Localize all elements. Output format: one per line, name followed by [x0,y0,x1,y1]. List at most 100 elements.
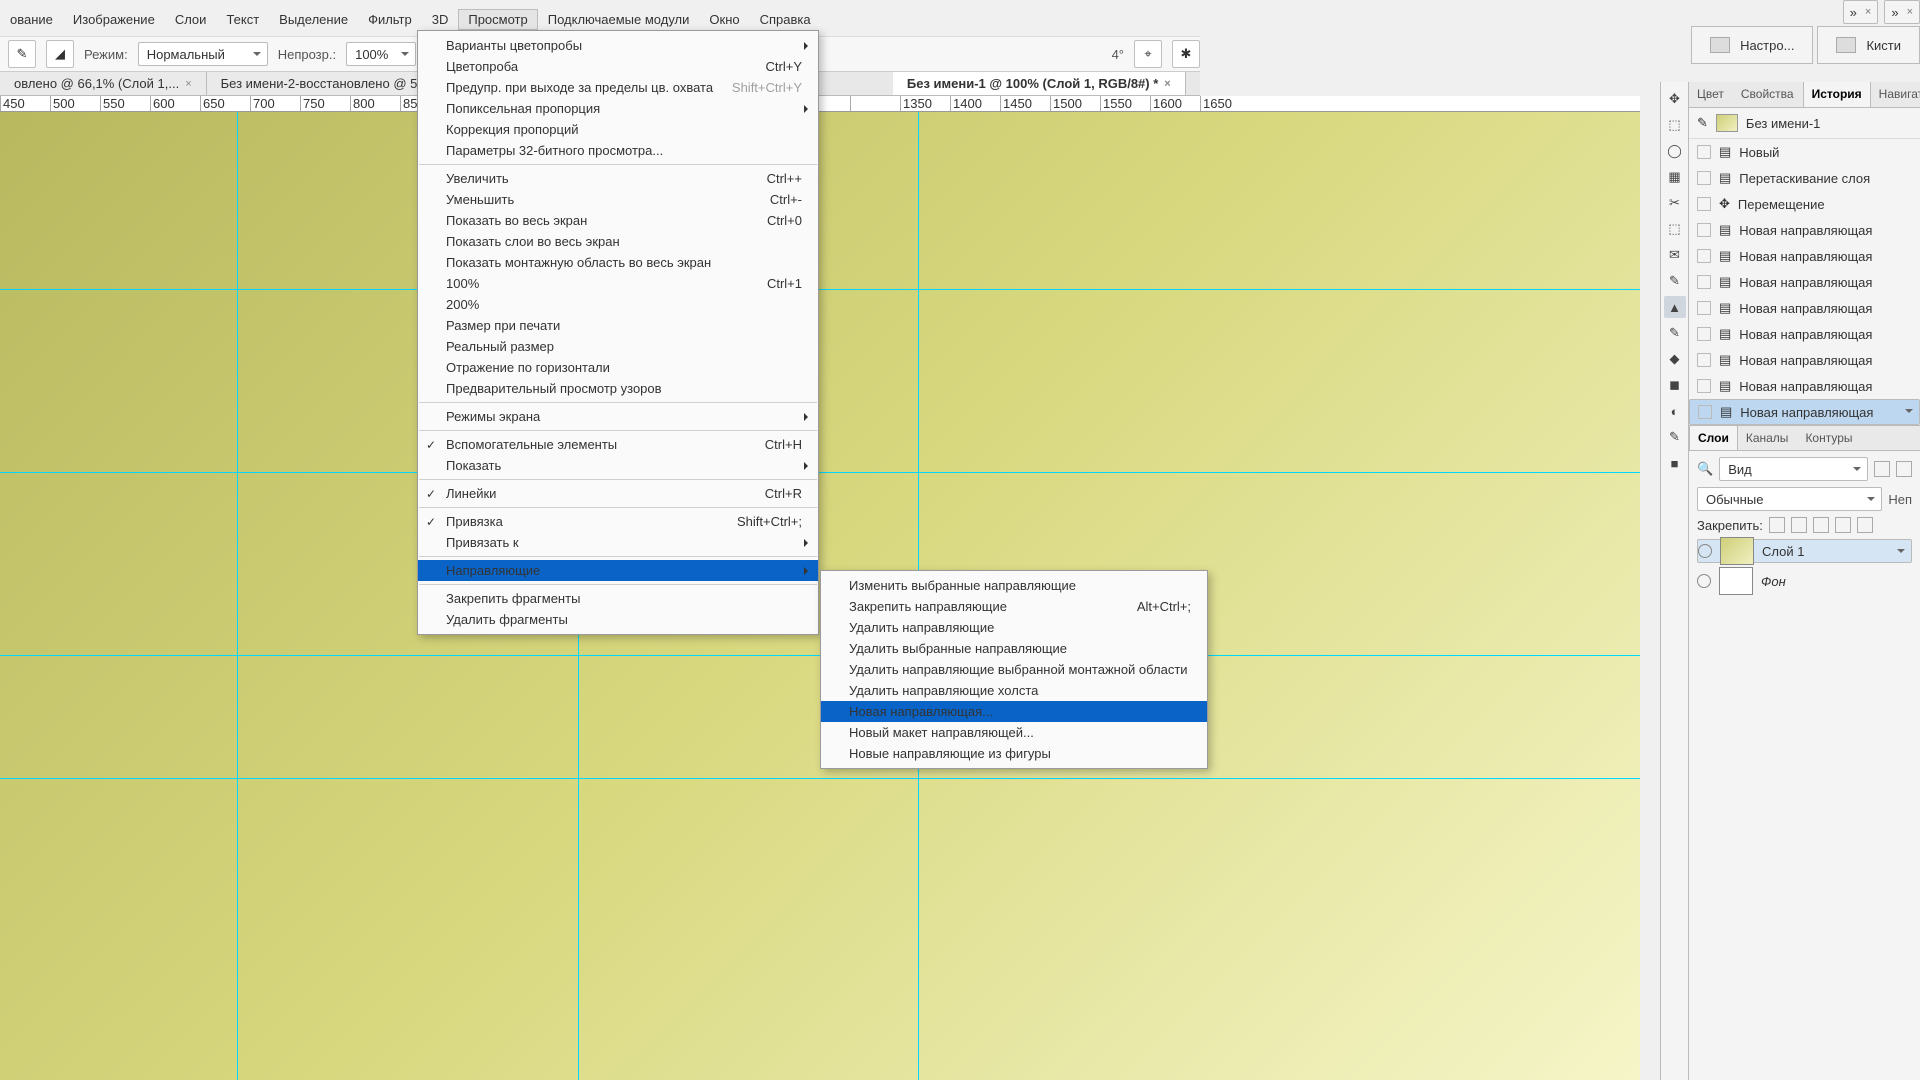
panel-tab[interactable]: Свойства [1733,82,1803,107]
opacity-select[interactable]: 100% [346,42,416,66]
menu-item[interactable]: 100%Ctrl+1 [418,273,818,294]
close-icon[interactable]: × [1164,78,1170,90]
menu-item[interactable]: Новые направляющие из фигуры [821,743,1207,764]
history-checkbox[interactable] [1697,197,1711,211]
history-item[interactable]: ▤Перетаскивание слоя [1689,165,1920,191]
layer-blend-select[interactable]: Обычные [1697,487,1882,511]
lock-position-icon[interactable] [1791,517,1807,533]
history-checkbox[interactable] [1697,145,1711,159]
menu-item[interactable]: ЛинейкиCtrl+R [418,483,818,504]
menu-item[interactable]: Новая направляющая... [821,701,1207,722]
history-item[interactable]: ▤Новая направляющая [1689,243,1920,269]
history-item[interactable]: ▤Новая направляющая [1689,217,1920,243]
menu-item[interactable]: Выделение [269,9,358,30]
tool-icon[interactable]: ✎ [1664,270,1686,292]
menu-item[interactable]: Размер при печати [418,315,818,336]
history-item[interactable]: ▤Новая направляющая [1689,399,1920,425]
tool-icon[interactable]: ◐ [1664,400,1686,422]
menu-item[interactable]: Справка [750,9,821,30]
history-item[interactable]: ▤Новая направляющая [1689,295,1920,321]
target-icon[interactable]: ⌖ [1134,40,1162,68]
tool-icon[interactable]: ◯ [1664,140,1686,162]
close-icon[interactable]: × [185,78,191,90]
menu-item[interactable]: ПривязкаShift+Ctrl+; [418,511,818,532]
guide-horizontal[interactable] [0,778,1640,779]
horizontal-ruler[interactable]: 4505005506006507007508008509001350140014… [0,96,1640,112]
tool-icon[interactable]: ◆ [1664,348,1686,370]
menu-item[interactable]: Закрепить направляющиеAlt+Ctrl+; [821,596,1207,617]
tool-icon[interactable]: ⬚ [1664,114,1686,136]
tool-icon[interactable]: ✥ [1664,88,1686,110]
menu-item[interactable]: Фильтр [358,9,422,30]
history-item[interactable]: ▤Новая направляющая [1689,269,1920,295]
menu-item[interactable]: ование [0,9,63,30]
menu-item[interactable]: Предварительный просмотр узоров [418,378,818,399]
history-checkbox[interactable] [1697,353,1711,367]
menu-item[interactable]: Вспомогательные элементыCtrl+H [418,434,818,455]
history-checkbox[interactable] [1697,379,1711,393]
menu-item[interactable]: Окно [699,9,749,30]
history-checkbox[interactable] [1698,405,1712,419]
menu-item[interactable]: Попиксельная пропорция [418,98,818,119]
history-checkbox[interactable] [1697,249,1711,263]
lock-move-icon[interactable] [1835,517,1851,533]
history-checkbox[interactable] [1697,301,1711,315]
menu-item[interactable]: Закрепить фрагменты [418,588,818,609]
panel-tab[interactable]: Навигатор [1871,82,1920,107]
visibility-icon[interactable] [1698,544,1712,558]
menu-item[interactable]: Подключаемые модули [538,9,700,30]
tool-preset-icon[interactable]: ✎ [8,40,36,68]
layer-filter-select[interactable]: Вид [1719,457,1868,481]
menu-item[interactable]: Текст [216,9,269,30]
guide-horizontal[interactable] [0,289,1640,290]
panel-tab[interactable]: Каналы [1738,426,1798,450]
menu-item[interactable]: 200% [418,294,818,315]
menu-item[interactable]: Показать слои во весь экран [418,231,818,252]
menu-item[interactable]: Изображение [63,9,165,30]
menu-item[interactable]: Режимы экрана [418,406,818,427]
history-item[interactable]: ▤Новая направляющая [1689,347,1920,373]
history-checkbox[interactable] [1697,275,1711,289]
menu-item[interactable]: Новый макет направляющей... [821,722,1207,743]
tool-icon[interactable]: ✎ [1664,322,1686,344]
menu-item[interactable]: Удалить направляющие [821,617,1207,638]
expand-icon[interactable]: » [1850,5,1857,20]
history-item[interactable]: ▤Новая направляющая [1689,373,1920,399]
blend-mode-select[interactable]: Нормальный [138,42,268,66]
menu-item[interactable]: Реальный размер [418,336,818,357]
tool-icon[interactable]: ⬚ [1664,218,1686,240]
collapsed-panel-button[interactable]: Настро... [1691,26,1813,64]
filter-image-icon[interactable] [1874,461,1890,477]
panel-chip[interactable]: »× [1843,0,1879,24]
tool-icon[interactable]: ✂ [1664,192,1686,214]
menu-item[interactable]: 3D [422,9,459,30]
menu-item[interactable]: Слои [165,9,217,30]
close-icon[interactable]: × [1907,6,1913,18]
document-tab[interactable]: овлено @ 66,1% (Слой 1,...× [0,72,207,95]
expand-icon[interactable]: » [1891,5,1898,20]
panel-tab[interactable]: Цвет [1689,82,1733,107]
menu-item[interactable]: УменьшитьCtrl+- [418,189,818,210]
layer-row[interactable]: Слой 1 [1697,539,1912,563]
menu-item[interactable]: Удалить направляющие холста [821,680,1207,701]
history-checkbox[interactable] [1697,223,1711,237]
menu-item[interactable]: ЦветопробаCtrl+Y [418,56,818,77]
menu-item[interactable]: Показать во весь экранCtrl+0 [418,210,818,231]
collapsed-panel-button[interactable]: Кисти [1817,26,1920,64]
tool-icon[interactable]: ▲ [1664,296,1686,318]
tool-icon[interactable]: ◼ [1664,374,1686,396]
history-item[interactable]: ▤Новая направляющая [1689,321,1920,347]
menu-item[interactable]: Варианты цветопробы [418,35,818,56]
tool-icon[interactable]: ✎ [1664,426,1686,448]
guide-horizontal[interactable] [0,472,1640,473]
lock-artboard-icon[interactable] [1813,517,1829,533]
document-tab[interactable]: Без имени-1 @ 100% (Слой 1, RGB/8#) *× [893,72,1186,95]
tool-icon[interactable]: ▦ [1664,166,1686,188]
lock-all-icon[interactable] [1857,517,1873,533]
filter-adjust-icon[interactable] [1896,461,1912,477]
menu-item[interactable]: Показать [418,455,818,476]
panel-tab[interactable]: История [1803,82,1871,107]
tool-icon[interactable]: ■ [1664,452,1686,474]
history-item[interactable]: ▤Новый [1689,139,1920,165]
history-checkbox[interactable] [1697,171,1711,185]
